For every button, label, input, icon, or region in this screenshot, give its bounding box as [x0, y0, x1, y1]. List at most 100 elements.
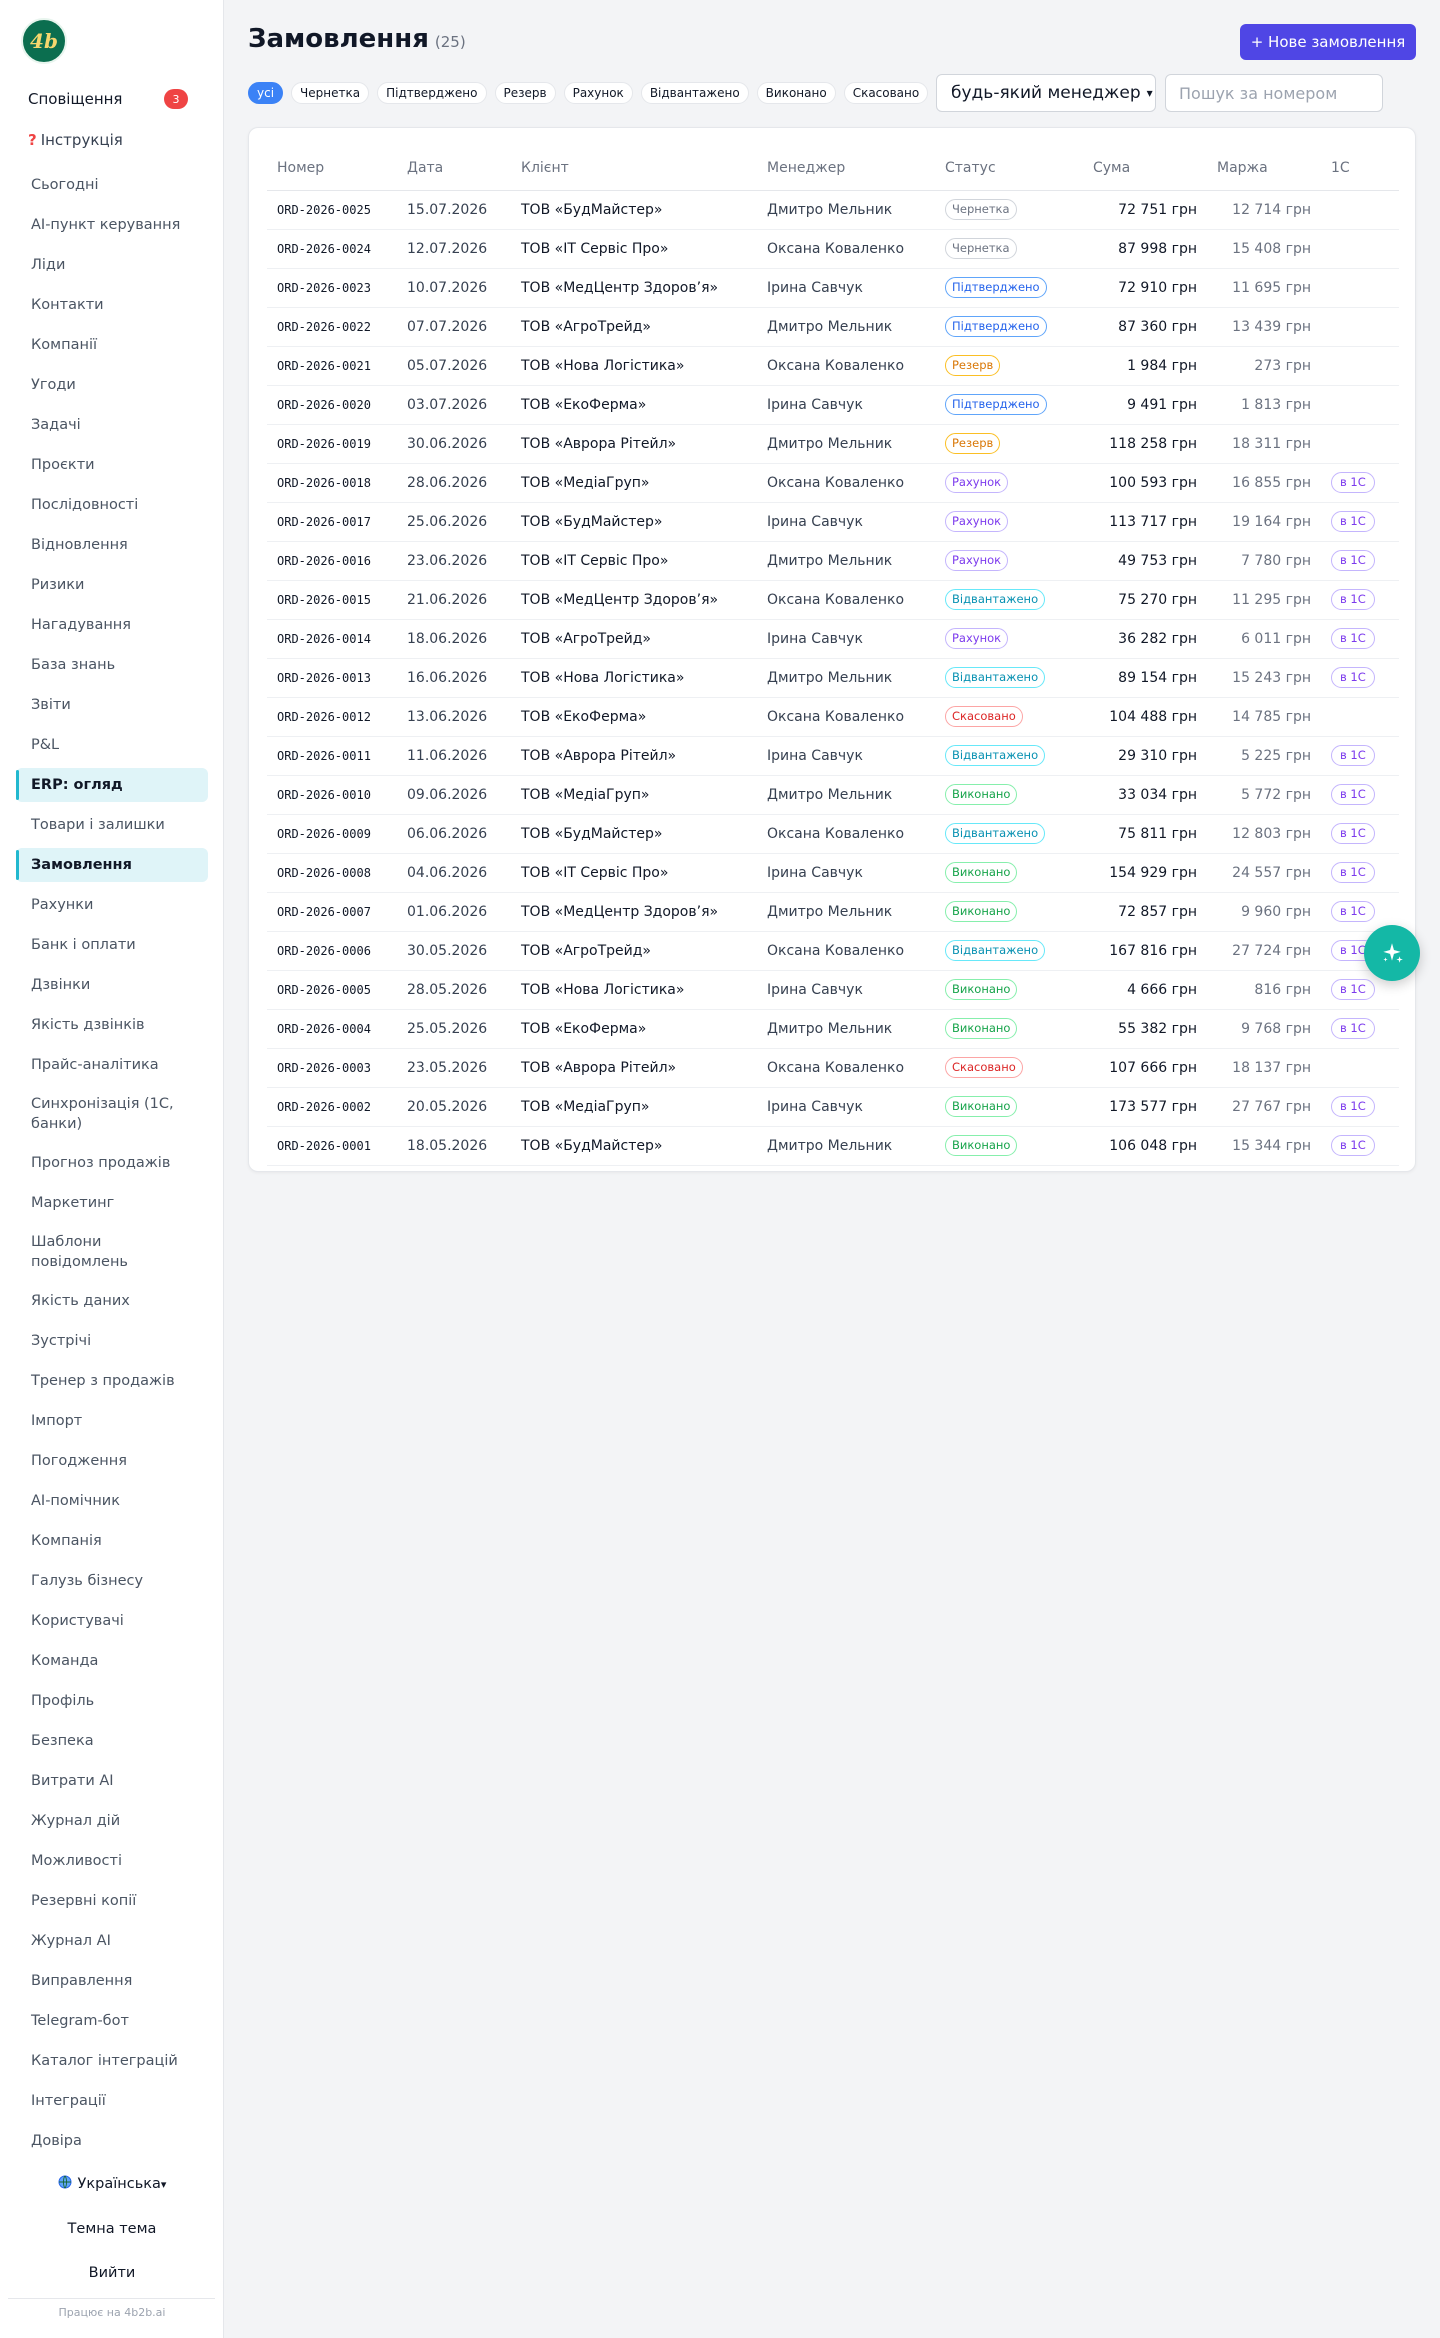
- dark-theme-button[interactable]: Темна тема: [16, 2212, 208, 2246]
- sidebar-item-зустрічі[interactable]: Зустрічі: [16, 1324, 208, 1358]
- sidebar-item-erp-огляд[interactable]: ERP: огляд: [16, 768, 208, 802]
- sidebar-item-задачі[interactable]: Задачі: [16, 408, 208, 442]
- sidebar-item-прогноз-продажів[interactable]: Прогноз продажів: [16, 1146, 208, 1180]
- sidebar-item-ai-помічник[interactable]: AI-помічник: [16, 1484, 208, 1518]
- sidebar-item-товари-і-залишки[interactable]: Товари і залишки: [16, 808, 208, 842]
- table-row[interactable]: ORD-2026-0025 15.07.2026 ТОВ «БудМайстер» Д…: [267, 190, 1399, 230]
- sidebar-item-проєкти[interactable]: Проєкти: [16, 448, 208, 482]
- sidebar-item-резервні-копії[interactable]: Резервні копії: [16, 1884, 208, 1918]
- filter-chip-виконано[interactable]: Виконано: [756, 82, 836, 104]
- filter-chip-чернетка[interactable]: Чернетка: [291, 82, 370, 104]
- table-row[interactable]: ORD-2026-0010 09.06.2026 ТОВ «МедіаГруп» Дм…: [267, 775, 1399, 815]
- sidebar-item-відновлення[interactable]: Відновлення: [16, 528, 208, 562]
- table-row[interactable]: ORD-2026-0017 25.06.2026 ТОВ «БудМайстер» І…: [267, 502, 1399, 542]
- language-select[interactable]: Українська ▾: [16, 2168, 208, 2200]
- sidebar-item-компанії[interactable]: Компанії: [16, 328, 208, 362]
- table-row[interactable]: ORD-2026-0013 16.06.2026 ТОВ «Нова Логісти…: [267, 658, 1399, 698]
- logo[interactable]: 4b: [21, 18, 67, 64]
- table-row[interactable]: ORD-2026-0002 20.05.2026 ТОВ «МедіаГруп» Ір…: [267, 1087, 1399, 1127]
- sidebar-item-рахунки[interactable]: Рахунки: [16, 888, 208, 922]
- sidebar-item-синхронізація-1с-банки[interactable]: Синхронізація (1С, банки): [16, 1088, 208, 1140]
- table-row[interactable]: ORD-2026-0005 28.05.2026 ТОВ «Нова Логісти…: [267, 970, 1399, 1010]
- sidebar-item-дзвінки[interactable]: Дзвінки: [16, 968, 208, 1002]
- sidebar-item-команда[interactable]: Команда: [16, 1644, 208, 1678]
- table-row[interactable]: ORD-2026-0008 04.06.2026 ТОВ «IT Сервіс Пр…: [267, 853, 1399, 893]
- table-row[interactable]: ORD-2026-0024 12.07.2026 ТОВ «IT Сервіс Пр…: [267, 229, 1399, 269]
- table-row[interactable]: ORD-2026-0022 07.07.2026 ТОВ «АгроТрейд» Дм…: [267, 307, 1399, 347]
- logout-button[interactable]: Вийти: [16, 2256, 208, 2290]
- order-search-input[interactable]: [1165, 74, 1383, 112]
- table-row[interactable]: ORD-2026-0015 21.06.2026 ТОВ «МедЦентр Здо…: [267, 580, 1399, 620]
- table-row[interactable]: ORD-2026-0001 18.05.2026 ТОВ «БудМайстер» Д…: [267, 1126, 1399, 1166]
- column-header-3[interactable]: Менеджер: [757, 146, 935, 191]
- table-row[interactable]: ORD-2026-0006 30.05.2026 ТОВ «АгроТрейд» Ок…: [267, 931, 1399, 971]
- manager-select[interactable]: будь-який менеджер ▾: [936, 74, 1156, 112]
- sidebar-item-угоди[interactable]: Угоди: [16, 368, 208, 402]
- sidebar-item-профіль[interactable]: Профіль: [16, 1684, 208, 1718]
- sidebar-item-галузь-бізнесу[interactable]: Галузь бізнесу: [16, 1564, 208, 1598]
- column-header-5[interactable]: Сума: [1083, 146, 1207, 191]
- table-row[interactable]: ORD-2026-0011 11.06.2026 ТОВ «Аврора Рітей…: [267, 736, 1399, 776]
- sidebar-item-каталог-інтеграцій[interactable]: Каталог інтеграцій: [16, 2044, 208, 2078]
- table-row[interactable]: ORD-2026-0003 23.05.2026 ТОВ «Аврора Рітей…: [267, 1048, 1399, 1088]
- sidebar-item-журнал-дій[interactable]: Журнал дій: [16, 1804, 208, 1838]
- sidebar-item-погодження[interactable]: Погодження: [16, 1444, 208, 1478]
- sidebar-item-імпорт[interactable]: Імпорт: [16, 1404, 208, 1438]
- sidebar-item-витрати-ai[interactable]: Витрати AI: [16, 1764, 208, 1798]
- table-row[interactable]: ORD-2026-0014 18.06.2026 ТОВ «АгроТрейд» Ір…: [267, 619, 1399, 659]
- filter-chip-скасовано[interactable]: Скасовано: [843, 82, 929, 104]
- sidebar-item-довіра[interactable]: Довіра: [16, 2124, 208, 2158]
- table-row[interactable]: ORD-2026-0023 10.07.2026 ТОВ «МедЦентр Здо…: [267, 268, 1399, 308]
- column-header-7[interactable]: 1С: [1321, 146, 1399, 191]
- table-row[interactable]: ORD-2026-0007 01.06.2026 ТОВ «МедЦентр Здо…: [267, 892, 1399, 932]
- column-header-6[interactable]: Маржа: [1207, 146, 1321, 191]
- sidebar-item-шаблони-повідомлень[interactable]: Шаблони повідомлень: [16, 1226, 208, 1278]
- table-row[interactable]: ORD-2026-0019 30.06.2026 ТОВ «Аврора Рітей…: [267, 424, 1399, 464]
- sidebar-item-база-знань[interactable]: База знань: [16, 648, 208, 682]
- help-link[interactable]: ? Інструкція: [16, 124, 200, 156]
- sidebar-item-прайс-аналітика[interactable]: Прайс-аналітика: [16, 1048, 208, 1082]
- sidebar-item-звіти[interactable]: Звіти: [16, 688, 208, 722]
- table-row[interactable]: ORD-2026-0018 28.06.2026 ТОВ «МедіаГруп» Ок…: [267, 463, 1399, 503]
- sidebar-item-послідовності[interactable]: Послідовності: [16, 488, 208, 522]
- new-order-button[interactable]: + Нове замовлення: [1240, 24, 1416, 60]
- sidebar-item-нагадування[interactable]: Нагадування: [16, 608, 208, 642]
- sidebar-item-p-l[interactable]: P&L: [16, 728, 208, 762]
- filter-chip-усі[interactable]: усі: [248, 82, 284, 104]
- sidebar-item-компанія[interactable]: Компанія: [16, 1524, 208, 1558]
- ai-assistant-fab[interactable]: [1364, 925, 1420, 981]
- sidebar-item-журнал-ai[interactable]: Журнал AI: [16, 1924, 208, 1958]
- sidebar-item-користувачі[interactable]: Користувачі: [16, 1604, 208, 1638]
- filter-chip-рахунок[interactable]: Рахунок: [563, 82, 633, 104]
- sidebar-item-якість-дзвінків[interactable]: Якість дзвінків: [16, 1008, 208, 1042]
- sidebar-item-контакти[interactable]: Контакти: [16, 288, 208, 322]
- sidebar-item-ризики[interactable]: Ризики: [16, 568, 208, 602]
- table-row[interactable]: ORD-2026-0020 03.07.2026 ТОВ «ЕкоФерма» Іри…: [267, 385, 1399, 425]
- sidebar-item-маркетинг[interactable]: Маркетинг: [16, 1186, 208, 1220]
- sidebar-item-замовлення[interactable]: Замовлення: [16, 848, 208, 882]
- sidebar-item-інтеграції[interactable]: Інтеграції: [16, 2084, 208, 2118]
- filter-chip-відвантажено[interactable]: Відвантажено: [640, 82, 749, 104]
- table-row[interactable]: ORD-2026-0009 06.06.2026 ТОВ «БудМайстер» О…: [267, 814, 1399, 854]
- sidebar-item-тренер-з-продажів[interactable]: Тренер з продажів: [16, 1364, 208, 1398]
- table-row[interactable]: ORD-2026-0016 23.06.2026 ТОВ «IT Сервіс Пр…: [267, 541, 1399, 581]
- table-row[interactable]: ORD-2026-0004 25.05.2026 ТОВ «ЕкоФерма» Дми…: [267, 1009, 1399, 1049]
- sidebar-item-можливості[interactable]: Можливості: [16, 1844, 208, 1878]
- sidebar-item-безпека[interactable]: Безпека: [16, 1724, 208, 1758]
- filter-chip-підтверджено[interactable]: Підтверджено: [377, 82, 487, 104]
- sidebar-item-банк-і-оплати[interactable]: Банк і оплати: [16, 928, 208, 962]
- column-header-2[interactable]: Клієнт: [511, 146, 757, 191]
- sidebar-item-виправлення[interactable]: Виправлення: [16, 1964, 208, 1998]
- sidebar-item-ai-пункт-керування[interactable]: AI-пункт керування: [16, 208, 208, 242]
- column-header-4[interactable]: Статус: [935, 146, 1083, 191]
- sidebar-item-якість-даних[interactable]: Якість даних: [16, 1284, 208, 1318]
- sidebar-item-ліди[interactable]: Ліди: [16, 248, 208, 282]
- column-header-0[interactable]: Номер: [267, 146, 397, 191]
- filter-chip-резерв[interactable]: Резерв: [494, 82, 556, 104]
- table-row[interactable]: ORD-2026-0021 05.07.2026 ТОВ «Нова Логісти…: [267, 346, 1399, 386]
- sidebar-item-сьогодні[interactable]: Сьогодні: [16, 168, 208, 202]
- column-header-1[interactable]: Дата: [397, 146, 511, 191]
- table-row[interactable]: ORD-2026-0012 13.06.2026 ТОВ «ЕкоФерма» Окс…: [267, 697, 1399, 737]
- notifications-item[interactable]: Сповіщення 3: [16, 82, 200, 116]
- sidebar-item-telegram-бот[interactable]: Telegram-бот: [16, 2004, 208, 2038]
